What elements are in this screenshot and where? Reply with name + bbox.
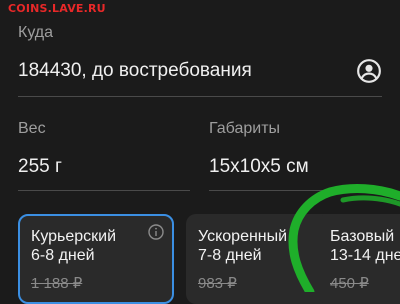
delivery-option-name: Ускоренный [198,228,288,245]
dimensions-label: Габариты [209,120,281,137]
weight-field[interactable]: 255 г [18,156,62,178]
watermark: COINS.LAVE.RU [8,2,106,15]
delivery-option-days: 6-8 дней [31,247,95,264]
delivery-option-days: 7-8 дней [198,247,262,264]
delivery-option-basic[interactable]: Базовый 13-14 дне 450 ₽ [318,214,400,304]
delivery-option-courier[interactable]: Курьерский 6-8 дней 1 188 ₽ [18,214,174,304]
delivery-option-name: Базовый [330,228,395,245]
delivery-option-price: 1 188 ₽ [31,275,83,292]
dimensions-field[interactable]: 15x10x5 см [209,156,309,178]
delivery-option-name: Курьерский [31,228,117,245]
weight-label: Вес [18,120,46,137]
dimensions-underline [209,190,382,191]
destination-underline [18,96,382,97]
weight-underline [18,190,190,191]
destination-field[interactable]: 184430, до востребования [18,60,252,82]
account-circle-icon[interactable] [356,58,382,84]
delivery-option-price: 983 ₽ [198,275,237,292]
delivery-option-price: 450 ₽ [330,275,369,292]
info-icon[interactable] [148,224,164,240]
destination-label: Куда [18,24,54,41]
delivery-option-days: 13-14 дне [330,247,400,264]
